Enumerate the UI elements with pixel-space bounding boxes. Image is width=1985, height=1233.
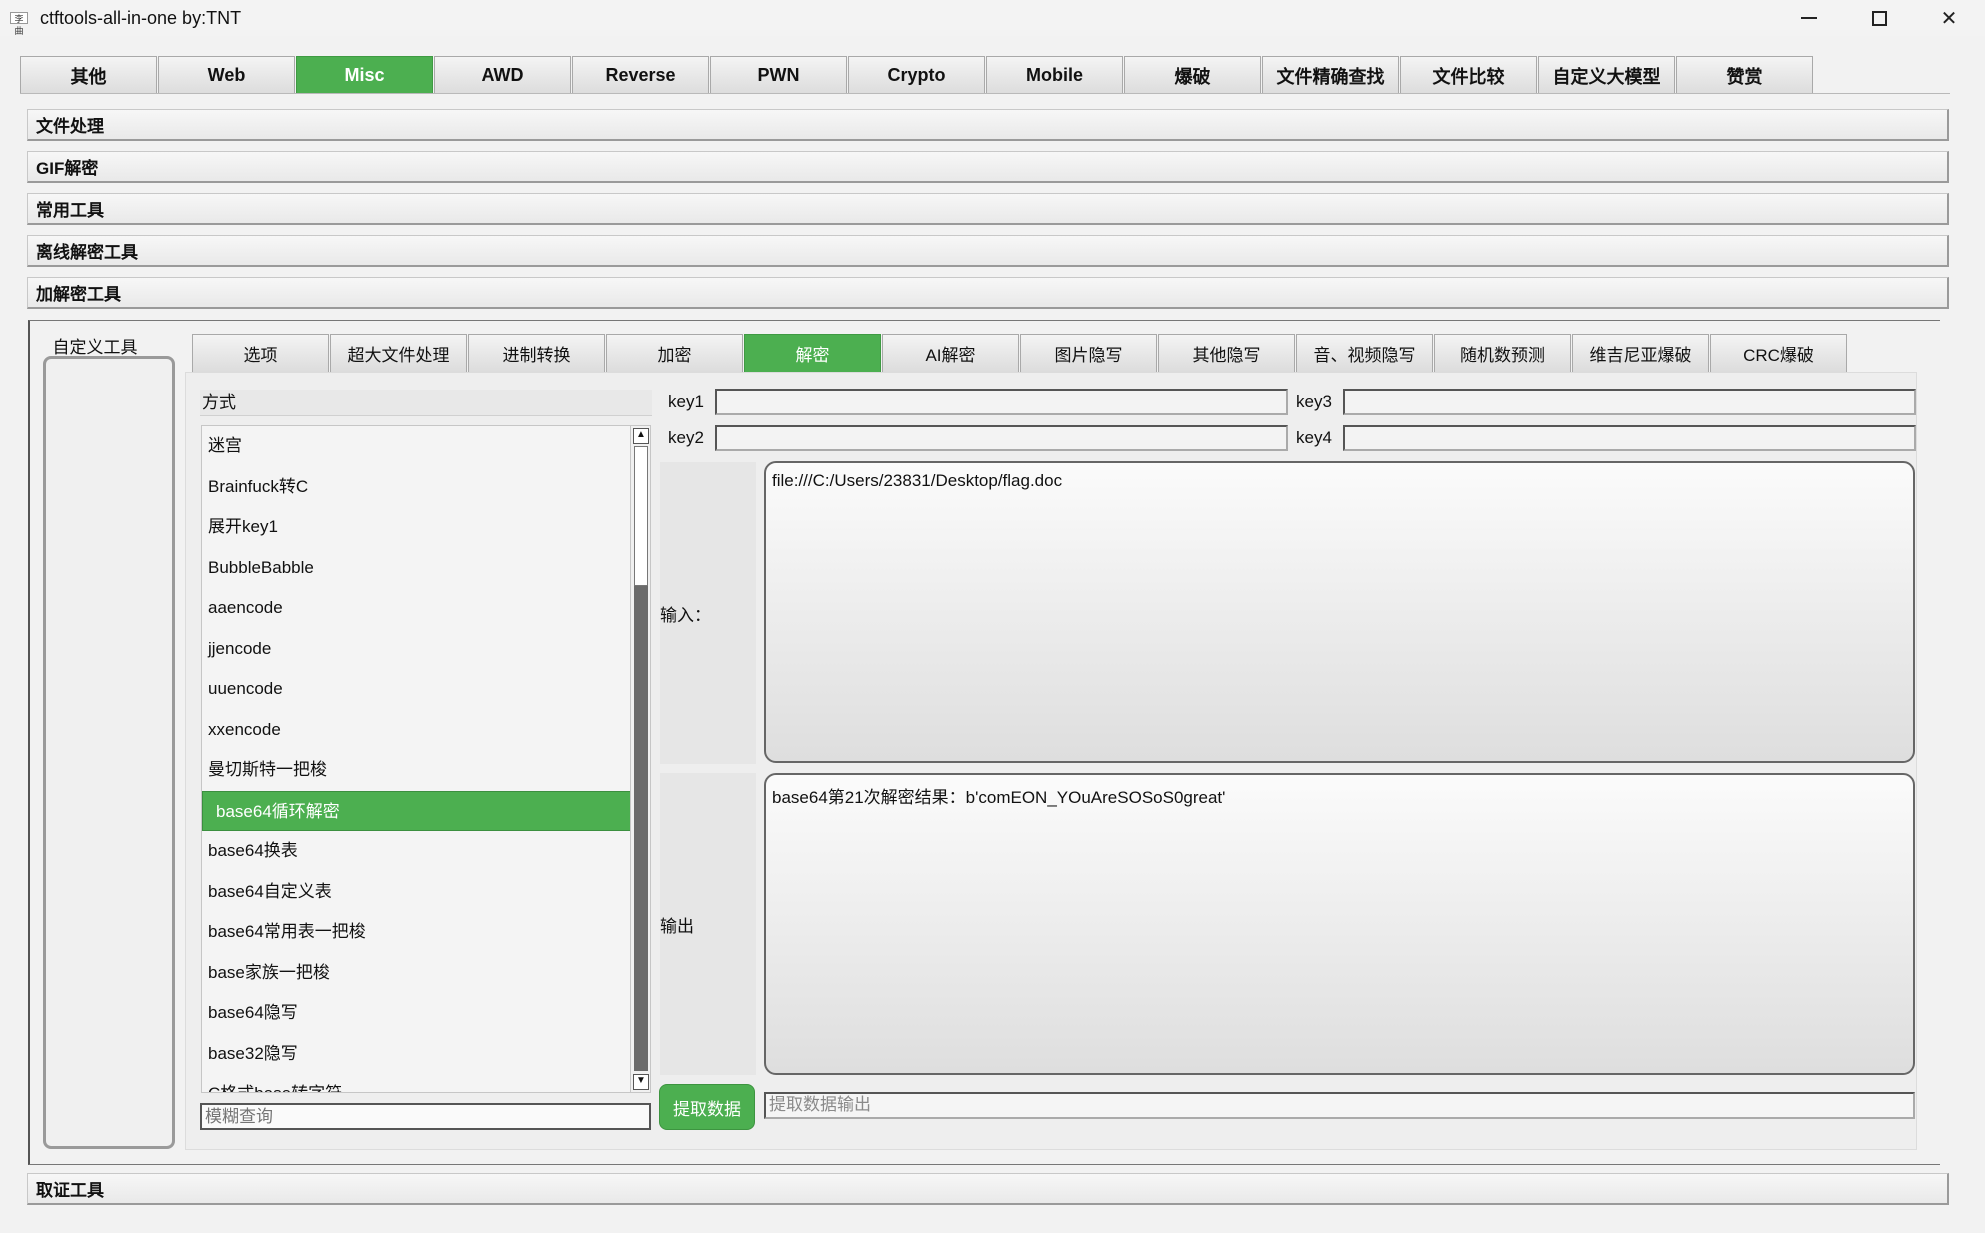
method-item[interactable]: Brainfuck转C [202, 467, 650, 508]
scroll-up-icon[interactable]: ▲ [633, 428, 649, 444]
extract-data-button[interactable]: 提取数据 [659, 1084, 755, 1130]
subtab-options[interactable]: 选项 [192, 334, 329, 372]
method-item[interactable]: base64自定义表 [202, 872, 650, 913]
method-item[interactable]: base32隐写 [202, 1034, 650, 1075]
output-label-area: 输出 [660, 773, 756, 1075]
tab-web[interactable]: Web [158, 56, 295, 94]
window-title: ctftools-all-in-one by:TNT [40, 7, 242, 28]
output-label: 输出 [660, 916, 694, 936]
tab-awd[interactable]: AWD [434, 56, 571, 94]
method-item[interactable]: base64换表 [202, 831, 650, 872]
input-label: 输入： [660, 605, 711, 625]
maximize-icon [1871, 10, 1887, 26]
subtab-base-convert[interactable]: 进制转换 [468, 334, 605, 372]
method-item[interactable]: base64常用表一把梭 [202, 912, 650, 953]
maximize-button[interactable] [1844, 0, 1914, 36]
method-item[interactable]: aaencode [202, 588, 650, 629]
method-item[interactable]: 迷宫 [202, 426, 650, 467]
section-forensics-tools[interactable]: 取证工具 [27, 1173, 1949, 1205]
tab-reverse[interactable]: Reverse [572, 56, 709, 94]
method-item[interactable]: base64隐写 [202, 993, 650, 1034]
method-item[interactable]: 曼切斯特一把梭 [202, 750, 650, 791]
scroll-down-icon[interactable]: ▼ [633, 1074, 649, 1090]
top-tab-bar: 其他 Web Misc AWD Reverse PWN Crypto Mobil… [20, 56, 1814, 94]
tab-bruteforce[interactable]: 爆破 [1124, 56, 1261, 94]
subtab-decrypt[interactable]: 解密 [744, 334, 881, 372]
method-header: 方式 [200, 390, 652, 416]
method-item[interactable]: BubbleBabble [202, 548, 650, 589]
method-item[interactable]: 展开key1 [202, 507, 650, 548]
method-item[interactable]: base家族一把梭 [202, 953, 650, 994]
custom-tools-list[interactable] [43, 356, 175, 1149]
tab-file-exact-search[interactable]: 文件精确查找 [1262, 56, 1399, 94]
method-item[interactable]: xxencode [202, 710, 650, 751]
fuzzy-search-input[interactable] [200, 1103, 651, 1130]
subtab-crc-brute[interactable]: CRC爆破 [1710, 334, 1847, 372]
subtab-random-predict[interactable]: 随机数预测 [1434, 334, 1571, 372]
subtab-other-stego[interactable]: 其他隐写 [1158, 334, 1295, 372]
app-icon: 李曲 [10, 12, 28, 36]
section-file-processing[interactable]: 文件处理 [27, 109, 1949, 141]
tab-custom-llm[interactable]: 自定义大模型 [1538, 56, 1675, 94]
key4-label: key4 [1296, 428, 1332, 447]
minimize-icon [1801, 17, 1817, 19]
key2-input[interactable] [715, 425, 1288, 451]
tab-pwn[interactable]: PWN [710, 56, 847, 94]
method-item[interactable]: C格式base转字符 [202, 1074, 650, 1092]
extract-data-output[interactable]: 提取数据输出 [764, 1092, 1915, 1119]
section-offline-decrypt-tools[interactable]: 离线解密工具 [27, 235, 1949, 267]
method-list[interactable]: 迷宫 Brainfuck转C 展开key1 BubbleBabble aaenc… [201, 425, 651, 1093]
section-common-tools[interactable]: 常用工具 [27, 193, 1949, 225]
method-item[interactable]: uuencode [202, 669, 650, 710]
subtab-av-stego[interactable]: 音、视频隐写 [1296, 334, 1433, 372]
key1-label: key1 [668, 392, 704, 411]
tab-other[interactable]: 其他 [20, 56, 157, 94]
scrollbar-track[interactable] [634, 586, 648, 1071]
scrollbar-thumb[interactable] [634, 446, 648, 586]
key3-input[interactable] [1343, 389, 1916, 415]
subtab-encrypt[interactable]: 加密 [606, 334, 743, 372]
key1-input[interactable] [715, 389, 1288, 415]
close-icon: ✕ [1940, 7, 1958, 30]
key2-label: key2 [668, 428, 704, 447]
section-crypto-tools[interactable]: 加解密工具 [27, 277, 1949, 309]
method-list-scrollbar[interactable]: ▲ ▼ [630, 426, 650, 1092]
tab-crypto[interactable]: Crypto [848, 56, 985, 94]
method-item-selected[interactable]: base64循环解密 [202, 790, 650, 831]
tab-misc[interactable]: Misc [296, 56, 433, 94]
subtab-large-file[interactable]: 超大文件处理 [330, 334, 467, 372]
subtab-vigenere-brute[interactable]: 维吉尼亚爆破 [1572, 334, 1709, 372]
input-textarea[interactable]: file:///C:/Users/23831/Desktop/flag.doc [764, 461, 1915, 763]
minimize-button[interactable] [1774, 0, 1844, 36]
input-label-area: 输入： [660, 462, 756, 764]
key3-label: key3 [1296, 392, 1332, 411]
subtab-image-stego[interactable]: 图片隐写 [1020, 334, 1157, 372]
close-button[interactable]: ✕ [1914, 0, 1984, 36]
section-gif-decrypt[interactable]: GIF解密 [27, 151, 1949, 183]
key4-input[interactable] [1343, 425, 1916, 451]
output-textarea[interactable]: base64第21次解密结果：b'comEON_YOuAreSOSoS0grea… [764, 773, 1915, 1075]
title-bar: 李曲 ctftools-all-in-one by:TNT [0, 0, 1985, 36]
subtab-ai-decrypt[interactable]: AI解密 [882, 334, 1019, 372]
tab-donate[interactable]: 赞赏 [1676, 56, 1813, 94]
tab-mobile[interactable]: Mobile [986, 56, 1123, 94]
custom-tools-label: 自定义工具 [52, 338, 138, 357]
sub-tab-bar: 选项 超大文件处理 进制转换 加密 解密 AI解密 图片隐写 其他隐写 音、视频… [192, 334, 1848, 372]
tab-file-compare[interactable]: 文件比较 [1400, 56, 1537, 94]
method-item[interactable]: jjencode [202, 629, 650, 670]
